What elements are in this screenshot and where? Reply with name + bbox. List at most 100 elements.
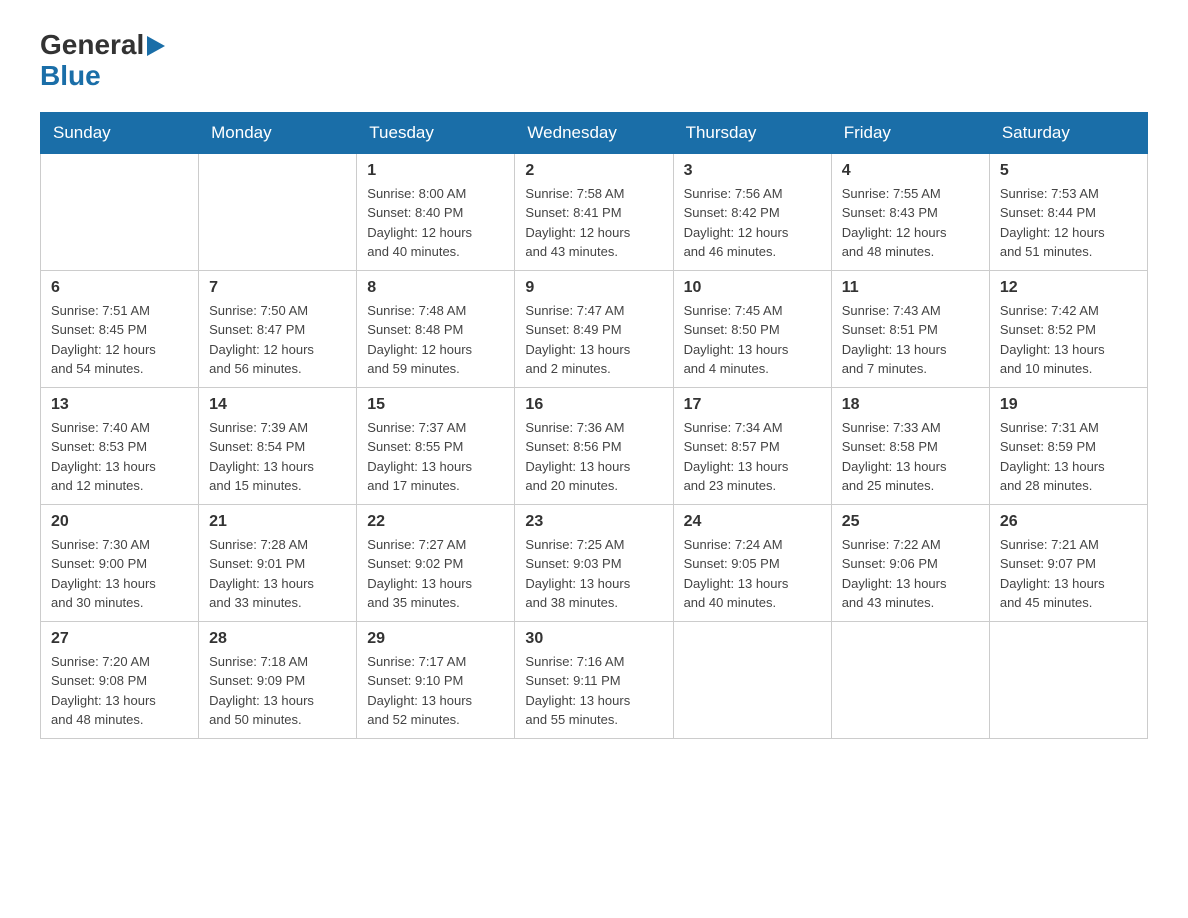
logo-top-row: General <box>40 30 165 61</box>
calendar-cell: 16 Sunrise: 7:36 AMSunset: 8:56 PMDayligh… <box>515 387 673 504</box>
day-number: 10 <box>684 279 821 297</box>
day-info: Sunrise: 7:28 AMSunset: 9:01 PMDaylight:… <box>209 535 346 613</box>
calendar-cell: 6Sunrise: 7:51 AMSunset: 8:45 PMDaylight… <box>41 270 199 387</box>
day-info: Sunrise: 7:33 AMSunset: 8:58 PMDaylight:… <box>842 418 979 496</box>
calendar-cell: 7 Sunrise: 7:50 AMSunset: 8:47 PMDaylight… <box>199 270 357 387</box>
week-row-1: 1 Sunrise: 8:00 AMSunset: 8:40 PMDaylight… <box>41 153 1148 270</box>
calendar-cell: 9 Sunrise: 7:47 AMSunset: 8:49 PMDaylight… <box>515 270 673 387</box>
day-info: Sunrise: 7:17 AMSunset: 9:10 PMDaylight:… <box>367 652 504 730</box>
day-number: 16 <box>525 396 662 414</box>
day-number: 28 <box>209 630 346 648</box>
day-number: 17 <box>684 396 821 414</box>
week-row-4: 20 Sunrise: 7:30 AMSunset: 9:00 PMDayligh… <box>41 504 1148 621</box>
day-header-thursday: Thursday <box>673 112 831 153</box>
day-header-saturday: Saturday <box>989 112 1147 153</box>
day-info: Sunrise: 7:25 AMSunset: 9:03 PMDaylight:… <box>525 535 662 613</box>
calendar-cell: 27 Sunrise: 7:20 AMSunset: 9:08 PMDayligh… <box>41 621 199 738</box>
day-info: Sunrise: 7:34 AMSunset: 8:57 PMDaylight:… <box>684 418 821 496</box>
logo-arrow-icon <box>147 36 165 56</box>
calendar-cell: 12 Sunrise: 7:42 AMSunset: 8:52 PMDayligh… <box>989 270 1147 387</box>
calendar-cell: 4 Sunrise: 7:55 AMSunset: 8:43 PMDaylight… <box>831 153 989 270</box>
calendar-cell: 14Sunrise: 7:39 AMSunset: 8:54 PMDayligh… <box>199 387 357 504</box>
day-info: Sunrise: 7:43 AMSunset: 8:51 PMDaylight:… <box>842 301 979 379</box>
day-info: Sunrise: 7:42 AMSunset: 8:52 PMDaylight:… <box>1000 301 1137 379</box>
calendar-cell: 1 Sunrise: 8:00 AMSunset: 8:40 PMDaylight… <box>357 153 515 270</box>
calendar-cell: 20 Sunrise: 7:30 AMSunset: 9:00 PMDayligh… <box>41 504 199 621</box>
day-info: Sunrise: 7:20 AMSunset: 9:08 PMDaylight:… <box>51 652 188 730</box>
day-info: Sunrise: 7:22 AMSunset: 9:06 PMDaylight:… <box>842 535 979 613</box>
calendar-cell: 24 Sunrise: 7:24 AMSunset: 9:05 PMDayligh… <box>673 504 831 621</box>
calendar-cell: 10 Sunrise: 7:45 AMSunset: 8:50 PMDayligh… <box>673 270 831 387</box>
day-info: Sunrise: 7:18 AMSunset: 9:09 PMDaylight:… <box>209 652 346 730</box>
day-info: Sunrise: 8:00 AMSunset: 8:40 PMDaylight:… <box>367 184 504 262</box>
day-number: 29 <box>367 630 504 648</box>
calendar-cell <box>831 621 989 738</box>
day-number: 7 <box>209 279 346 297</box>
day-number: 14 <box>209 396 346 414</box>
day-info: Sunrise: 7:36 AMSunset: 8:56 PMDaylight:… <box>525 418 662 496</box>
day-number: 15 <box>367 396 504 414</box>
day-header-monday: Monday <box>199 112 357 153</box>
day-number: 20 <box>51 513 188 531</box>
day-number: 30 <box>525 630 662 648</box>
day-number: 11 <box>842 279 979 297</box>
day-info: Sunrise: 7:50 AMSunset: 8:47 PMDaylight:… <box>209 301 346 379</box>
day-info: Sunrise: 7:37 AMSunset: 8:55 PMDaylight:… <box>367 418 504 496</box>
calendar-table: SundayMondayTuesdayWednesdayThursdayFrid… <box>40 112 1148 739</box>
day-number: 21 <box>209 513 346 531</box>
logo-bottom-row: Blue <box>40 61 165 92</box>
day-number: 23 <box>525 513 662 531</box>
day-number: 5 <box>1000 162 1137 180</box>
day-info: Sunrise: 7:48 AMSunset: 8:48 PMDaylight:… <box>367 301 504 379</box>
day-number: 27 <box>51 630 188 648</box>
day-number: 25 <box>842 513 979 531</box>
calendar-cell: 13Sunrise: 7:40 AMSunset: 8:53 PMDayligh… <box>41 387 199 504</box>
day-info: Sunrise: 7:56 AMSunset: 8:42 PMDaylight:… <box>684 184 821 262</box>
day-info: Sunrise: 7:21 AMSunset: 9:07 PMDaylight:… <box>1000 535 1137 613</box>
calendar-cell: 25 Sunrise: 7:22 AMSunset: 9:06 PMDayligh… <box>831 504 989 621</box>
calendar-cell: 3 Sunrise: 7:56 AMSunset: 8:42 PMDaylight… <box>673 153 831 270</box>
day-number: 1 <box>367 162 504 180</box>
day-header-wednesday: Wednesday <box>515 112 673 153</box>
day-info: Sunrise: 7:51 AMSunset: 8:45 PMDaylight:… <box>51 301 188 379</box>
calendar-cell: 17 Sunrise: 7:34 AMSunset: 8:57 PMDayligh… <box>673 387 831 504</box>
day-info: Sunrise: 7:55 AMSunset: 8:43 PMDaylight:… <box>842 184 979 262</box>
calendar-cell: 30 Sunrise: 7:16 AMSunset: 9:11 PMDayligh… <box>515 621 673 738</box>
logo: General Blue <box>40 30 165 92</box>
day-info: Sunrise: 7:53 AMSunset: 8:44 PMDaylight:… <box>1000 184 1137 262</box>
logo-container: General Blue <box>40 30 165 92</box>
calendar-cell: 23 Sunrise: 7:25 AMSunset: 9:03 PMDayligh… <box>515 504 673 621</box>
week-row-5: 27 Sunrise: 7:20 AMSunset: 9:08 PMDayligh… <box>41 621 1148 738</box>
days-header-row: SundayMondayTuesdayWednesdayThursdayFrid… <box>41 112 1148 153</box>
day-number: 18 <box>842 396 979 414</box>
day-number: 3 <box>684 162 821 180</box>
day-info: Sunrise: 7:24 AMSunset: 9:05 PMDaylight:… <box>684 535 821 613</box>
day-number: 24 <box>684 513 821 531</box>
day-number: 26 <box>1000 513 1137 531</box>
calendar-cell: 15 Sunrise: 7:37 AMSunset: 8:55 PMDayligh… <box>357 387 515 504</box>
day-info: Sunrise: 7:31 AMSunset: 8:59 PMDaylight:… <box>1000 418 1137 496</box>
calendar-cell: 26 Sunrise: 7:21 AMSunset: 9:07 PMDayligh… <box>989 504 1147 621</box>
day-number: 13 <box>51 396 188 414</box>
week-row-2: 6Sunrise: 7:51 AMSunset: 8:45 PMDaylight… <box>41 270 1148 387</box>
calendar-cell: 11 Sunrise: 7:43 AMSunset: 8:51 PMDayligh… <box>831 270 989 387</box>
calendar-cell <box>673 621 831 738</box>
day-header-tuesday: Tuesday <box>357 112 515 153</box>
day-number: 22 <box>367 513 504 531</box>
calendar-cell: 28 Sunrise: 7:18 AMSunset: 9:09 PMDayligh… <box>199 621 357 738</box>
day-info: Sunrise: 7:30 AMSunset: 9:00 PMDaylight:… <box>51 535 188 613</box>
day-number: 4 <box>842 162 979 180</box>
calendar-cell: 19Sunrise: 7:31 AMSunset: 8:59 PMDayligh… <box>989 387 1147 504</box>
day-info: Sunrise: 7:47 AMSunset: 8:49 PMDaylight:… <box>525 301 662 379</box>
day-info: Sunrise: 7:16 AMSunset: 9:11 PMDaylight:… <box>525 652 662 730</box>
calendar-cell: 5 Sunrise: 7:53 AMSunset: 8:44 PMDaylight… <box>989 153 1147 270</box>
day-number: 2 <box>525 162 662 180</box>
calendar-cell <box>41 153 199 270</box>
calendar-cell: 22 Sunrise: 7:27 AMSunset: 9:02 PMDayligh… <box>357 504 515 621</box>
day-info: Sunrise: 7:27 AMSunset: 9:02 PMDaylight:… <box>367 535 504 613</box>
calendar-cell: 8 Sunrise: 7:48 AMSunset: 8:48 PMDaylight… <box>357 270 515 387</box>
day-number: 12 <box>1000 279 1137 297</box>
day-info: Sunrise: 7:45 AMSunset: 8:50 PMDaylight:… <box>684 301 821 379</box>
day-number: 9 <box>525 279 662 297</box>
day-number: 8 <box>367 279 504 297</box>
